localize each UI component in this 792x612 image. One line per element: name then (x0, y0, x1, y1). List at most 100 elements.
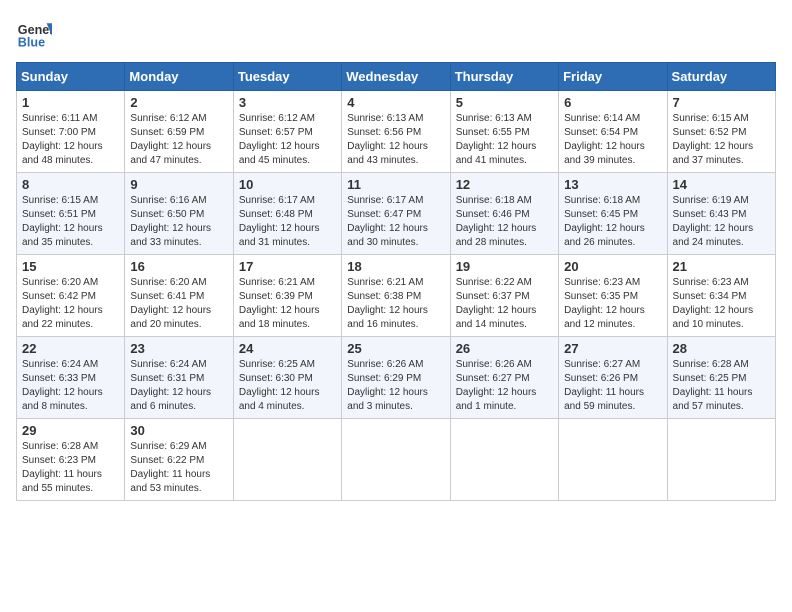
day-number: 1 (22, 95, 119, 110)
day-number: 22 (22, 341, 119, 356)
weekday-friday: Friday (559, 63, 667, 91)
day-cell: 22 Sunrise: 6:24 AMSunset: 6:33 PMDayligh… (17, 337, 125, 419)
day-info: Sunrise: 6:20 AMSunset: 6:41 PMDaylight:… (130, 276, 227, 332)
day-number: 28 (673, 341, 770, 356)
day-info: Sunrise: 6:16 AMSunset: 6:50 PMDaylight:… (130, 194, 227, 250)
day-number: 19 (456, 259, 553, 274)
day-number: 11 (347, 177, 444, 192)
day-cell: 14Sunrise: 6:19 AMSunset: 6:43 PMDayligh… (667, 173, 775, 255)
day-info: Sunrise: 6:28 AMSunset: 6:25 PMDaylight:… (673, 358, 770, 414)
day-number: 2 (130, 95, 227, 110)
day-info: Sunrise: 6:25 AMSunset: 6:30 PMDaylight:… (239, 358, 336, 414)
day-info: Sunrise: 6:22 AMSunset: 6:37 PMDaylight:… (456, 276, 553, 332)
day-number: 23 (130, 341, 227, 356)
weekday-thursday: Thursday (450, 63, 558, 91)
page-header: General Blue (16, 16, 776, 52)
day-info: Sunrise: 6:13 AMSunset: 6:55 PMDaylight:… (456, 112, 553, 168)
day-number: 5 (456, 95, 553, 110)
day-number: 13 (564, 177, 661, 192)
day-cell (342, 419, 450, 501)
weekday-sunday: Sunday (17, 63, 125, 91)
day-cell: 21 Sunrise: 6:23 AMSunset: 6:34 PMDayligh… (667, 255, 775, 337)
weekday-wednesday: Wednesday (342, 63, 450, 91)
day-cell: 9 Sunrise: 6:16 AMSunset: 6:50 PMDaylight… (125, 173, 233, 255)
day-cell: 29 Sunrise: 6:28 AMSunset: 6:23 PMDayligh… (17, 419, 125, 501)
day-cell: 25 Sunrise: 6:26 AMSunset: 6:29 PMDayligh… (342, 337, 450, 419)
weekday-saturday: Saturday (667, 63, 775, 91)
week-row-2: 8 Sunrise: 6:15 AMSunset: 6:51 PMDaylight… (17, 173, 776, 255)
day-number: 21 (673, 259, 770, 274)
weekday-monday: Monday (125, 63, 233, 91)
calendar: SundayMondayTuesdayWednesdayThursdayFrid… (16, 62, 776, 501)
day-cell: 10 Sunrise: 6:17 AMSunset: 6:48 PMDayligh… (233, 173, 341, 255)
day-info: Sunrise: 6:21 AMSunset: 6:39 PMDaylight:… (239, 276, 336, 332)
day-number: 15 (22, 259, 119, 274)
day-number: 7 (673, 95, 770, 110)
day-info: Sunrise: 6:28 AMSunset: 6:23 PMDaylight:… (22, 440, 119, 496)
day-cell: 19 Sunrise: 6:22 AMSunset: 6:37 PMDayligh… (450, 255, 558, 337)
day-cell (559, 419, 667, 501)
day-number: 10 (239, 177, 336, 192)
week-row-3: 15 Sunrise: 6:20 AMSunset: 6:42 PMDayligh… (17, 255, 776, 337)
day-number: 27 (564, 341, 661, 356)
logo: General Blue (16, 16, 56, 52)
day-number: 6 (564, 95, 661, 110)
day-info: Sunrise: 6:15 AMSunset: 6:52 PMDaylight:… (673, 112, 770, 168)
day-cell: 8 Sunrise: 6:15 AMSunset: 6:51 PMDaylight… (17, 173, 125, 255)
day-info: Sunrise: 6:24 AMSunset: 6:33 PMDaylight:… (22, 358, 119, 414)
day-cell: 27 Sunrise: 6:27 AMSunset: 6:26 PMDayligh… (559, 337, 667, 419)
day-number: 18 (347, 259, 444, 274)
day-info: Sunrise: 6:17 AMSunset: 6:47 PMDaylight:… (347, 194, 444, 250)
day-number: 4 (347, 95, 444, 110)
day-cell: 4 Sunrise: 6:13 AMSunset: 6:56 PMDaylight… (342, 91, 450, 173)
svg-text:Blue: Blue (18, 36, 45, 50)
day-info: Sunrise: 6:18 AMSunset: 6:45 PMDaylight:… (564, 194, 661, 250)
day-info: Sunrise: 6:18 AMSunset: 6:46 PMDaylight:… (456, 194, 553, 250)
day-cell (450, 419, 558, 501)
day-info: Sunrise: 6:13 AMSunset: 6:56 PMDaylight:… (347, 112, 444, 168)
week-row-4: 22 Sunrise: 6:24 AMSunset: 6:33 PMDayligh… (17, 337, 776, 419)
day-cell (667, 419, 775, 501)
day-info: Sunrise: 6:17 AMSunset: 6:48 PMDaylight:… (239, 194, 336, 250)
day-info: Sunrise: 6:23 AMSunset: 6:34 PMDaylight:… (673, 276, 770, 332)
day-info: Sunrise: 6:26 AMSunset: 6:29 PMDaylight:… (347, 358, 444, 414)
week-row-5: 29 Sunrise: 6:28 AMSunset: 6:23 PMDayligh… (17, 419, 776, 501)
day-number: 12 (456, 177, 553, 192)
day-info: Sunrise: 6:27 AMSunset: 6:26 PMDaylight:… (564, 358, 661, 414)
day-info: Sunrise: 6:29 AMSunset: 6:22 PMDaylight:… (130, 440, 227, 496)
day-cell: 23 Sunrise: 6:24 AMSunset: 6:31 PMDayligh… (125, 337, 233, 419)
day-cell: 30Sunrise: 6:29 AMSunset: 6:22 PMDayligh… (125, 419, 233, 501)
day-cell: 2 Sunrise: 6:12 AMSunset: 6:59 PMDaylight… (125, 91, 233, 173)
day-number: 3 (239, 95, 336, 110)
day-info: Sunrise: 6:21 AMSunset: 6:38 PMDaylight:… (347, 276, 444, 332)
day-number: 29 (22, 423, 119, 438)
day-cell: 1 Sunrise: 6:11 AMSunset: 7:00 PMDaylight… (17, 91, 125, 173)
day-number: 9 (130, 177, 227, 192)
day-info: Sunrise: 6:15 AMSunset: 6:51 PMDaylight:… (22, 194, 119, 250)
weekday-tuesday: Tuesday (233, 63, 341, 91)
day-info: Sunrise: 6:20 AMSunset: 6:42 PMDaylight:… (22, 276, 119, 332)
day-cell: 12 Sunrise: 6:18 AMSunset: 6:46 PMDayligh… (450, 173, 558, 255)
day-number: 25 (347, 341, 444, 356)
day-cell: 5 Sunrise: 6:13 AMSunset: 6:55 PMDaylight… (450, 91, 558, 173)
day-info: Sunrise: 6:12 AMSunset: 6:57 PMDaylight:… (239, 112, 336, 168)
day-info: Sunrise: 6:14 AMSunset: 6:54 PMDaylight:… (564, 112, 661, 168)
day-info: Sunrise: 6:24 AMSunset: 6:31 PMDaylight:… (130, 358, 227, 414)
day-info: Sunrise: 6:12 AMSunset: 6:59 PMDaylight:… (130, 112, 227, 168)
day-number: 26 (456, 341, 553, 356)
day-number: 8 (22, 177, 119, 192)
day-cell: 3 Sunrise: 6:12 AMSunset: 6:57 PMDaylight… (233, 91, 341, 173)
day-cell: 6 Sunrise: 6:14 AMSunset: 6:54 PMDaylight… (559, 91, 667, 173)
day-cell: 17 Sunrise: 6:21 AMSunset: 6:39 PMDayligh… (233, 255, 341, 337)
weekday-header-row: SundayMondayTuesdayWednesdayThursdayFrid… (17, 63, 776, 91)
day-cell: 24 Sunrise: 6:25 AMSunset: 6:30 PMDayligh… (233, 337, 341, 419)
day-cell: 26 Sunrise: 6:26 AMSunset: 6:27 PMDayligh… (450, 337, 558, 419)
day-info: Sunrise: 6:11 AMSunset: 7:00 PMDaylight:… (22, 112, 119, 168)
day-info: Sunrise: 6:26 AMSunset: 6:27 PMDaylight:… (456, 358, 553, 414)
day-number: 17 (239, 259, 336, 274)
day-info: Sunrise: 6:23 AMSunset: 6:35 PMDaylight:… (564, 276, 661, 332)
day-cell: 7 Sunrise: 6:15 AMSunset: 6:52 PMDaylight… (667, 91, 775, 173)
day-number: 14 (673, 177, 770, 192)
day-number: 24 (239, 341, 336, 356)
day-number: 20 (564, 259, 661, 274)
